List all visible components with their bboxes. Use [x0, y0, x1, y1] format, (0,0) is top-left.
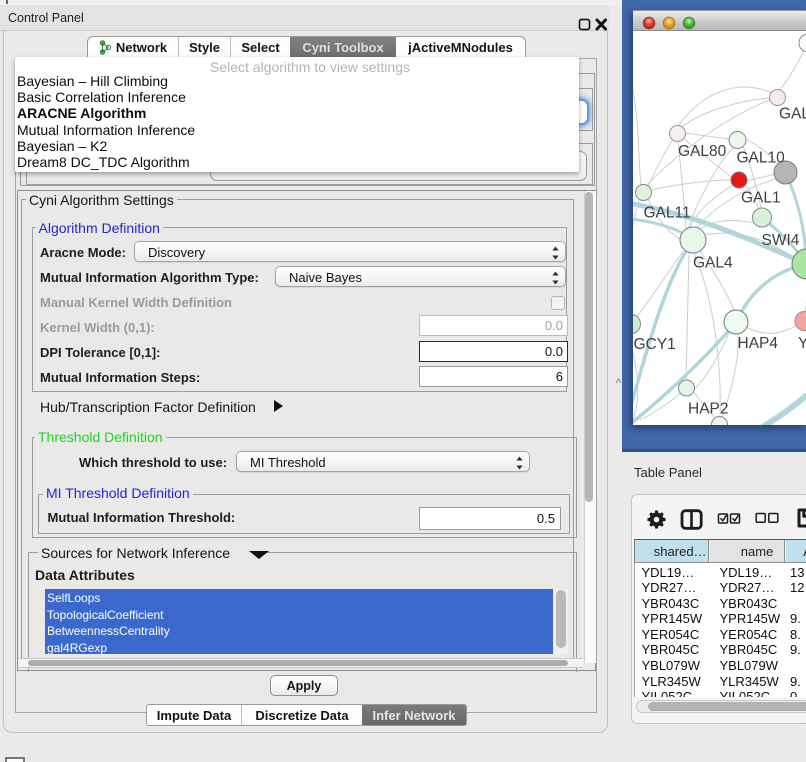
svg-text:GAL1: GAL1 — [741, 190, 781, 207]
svg-text:GAL80: GAL80 — [678, 143, 727, 160]
svg-text:GAL4: GAL4 — [693, 255, 733, 272]
svg-text:GCY1: GCY1 — [634, 336, 676, 353]
svg-text:GAL11: GAL11 — [644, 205, 691, 222]
svg-text:HAP2: HAP2 — [688, 401, 729, 418]
svg-text:GAL7: GAL7 — [779, 106, 806, 123]
svg-text:SWI4: SWI4 — [762, 232, 800, 249]
svg-text:Y: Y — [798, 335, 806, 352]
svg-text:GAL10: GAL10 — [737, 150, 786, 167]
svg-text:HAP4: HAP4 — [738, 335, 779, 352]
